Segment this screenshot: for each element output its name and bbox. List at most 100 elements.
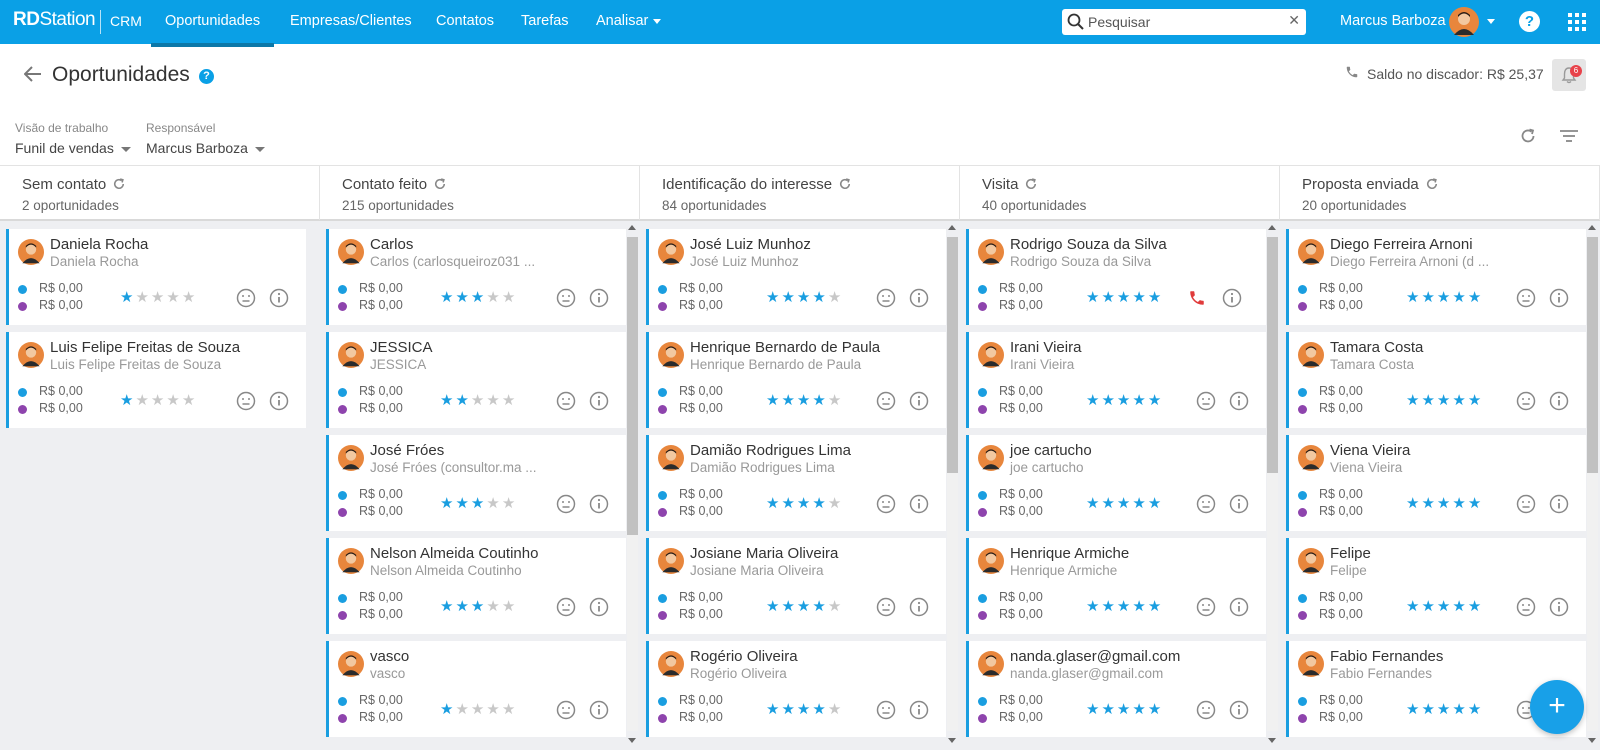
sentiment-face-icon[interactable] (876, 700, 896, 720)
info-icon[interactable] (1229, 700, 1249, 720)
opportunity-card[interactable]: Luis Felipe Freitas de Souza Luis Felipe … (6, 332, 306, 428)
user-name[interactable]: Marcus Barboza (1340, 13, 1446, 29)
clear-search-icon[interactable]: ✕ (1288, 12, 1300, 29)
info-icon[interactable] (909, 494, 929, 514)
help-icon[interactable]: ? (1519, 11, 1540, 32)
rating-stars[interactable]: ★★★★★ (1406, 393, 1483, 409)
help-icon[interactable]: ? (199, 69, 214, 84)
scroll-up-icon[interactable] (1268, 225, 1276, 230)
brand-logo[interactable]: RDStation (13, 9, 96, 31)
opportunity-card[interactable]: Henrique Bernardo de Paula Henrique Berna… (646, 332, 946, 428)
scroll-thumb[interactable] (947, 237, 958, 473)
add-opportunity-button[interactable]: + (1530, 680, 1584, 734)
refresh-icon[interactable] (1024, 177, 1038, 191)
info-icon[interactable] (1549, 288, 1569, 308)
sentiment-face-icon[interactable] (1516, 288, 1536, 308)
call-phone-icon[interactable] (1188, 289, 1206, 307)
owner-select[interactable]: Marcus Barboza (146, 140, 265, 156)
opportunity-name[interactable]: Felipe (1330, 545, 1371, 562)
nav-empresas-clientes[interactable]: Empresas/Clientes (290, 0, 412, 44)
column-scrollbar[interactable] (626, 225, 638, 743)
opportunity-card[interactable]: Rodrigo Souza da Silva Rodrigo Souza da S… (966, 229, 1266, 325)
rating-stars[interactable]: ★★★★★ (1086, 393, 1163, 409)
opportunity-card[interactable]: joe cartucho joe cartucho R$ 0,00 R$ 0,00 ★★… (966, 435, 1266, 531)
opportunity-card[interactable]: Josiane Maria Oliveira Josiane Maria Oliv… (646, 538, 946, 634)
scroll-down-icon[interactable] (948, 738, 956, 743)
info-icon[interactable] (909, 288, 929, 308)
rating-stars[interactable]: ★★★★★ (1086, 496, 1163, 512)
opportunity-card[interactable]: Damião Rodrigues Lima Damião Rodrigues Li… (646, 435, 946, 531)
refresh-icon[interactable] (112, 177, 126, 191)
column-scrollbar[interactable] (1266, 225, 1278, 743)
sentiment-face-icon[interactable] (1196, 494, 1216, 514)
nav-oportunidades[interactable]: Oportunidades (150, 0, 275, 47)
apps-grid-icon[interactable] (1568, 13, 1586, 31)
nav-analisar[interactable]: Analisar (596, 0, 662, 44)
scroll-down-icon[interactable] (1588, 738, 1596, 743)
opportunity-card[interactable]: Viena Vieira Viena Vieira R$ 0,00 R$ 0,00 ★★… (1286, 435, 1586, 531)
rating-stars[interactable]: ★★★★★ (1086, 290, 1163, 306)
info-icon[interactable] (1549, 597, 1569, 617)
rating-stars[interactable]: ★★★★★ (1406, 290, 1483, 306)
refresh-icon[interactable] (838, 177, 852, 191)
info-icon[interactable] (1549, 391, 1569, 411)
sentiment-face-icon[interactable] (236, 288, 256, 308)
sentiment-face-icon[interactable] (876, 391, 896, 411)
refresh-icon[interactable] (1519, 127, 1537, 145)
opportunity-name[interactable]: Fabio Fernandes (1330, 648, 1443, 665)
rating-stars[interactable]: ★★★★★ (766, 496, 843, 512)
rating-stars[interactable]: ★★★★★ (766, 702, 843, 718)
opportunity-name[interactable]: José Luiz Munhoz (690, 236, 811, 253)
info-icon[interactable] (269, 288, 289, 308)
vision-select[interactable]: Funil de vendas (15, 140, 131, 156)
scroll-up-icon[interactable] (948, 225, 956, 230)
sentiment-face-icon[interactable] (556, 700, 576, 720)
opportunity-name[interactable]: Henrique Armiche (1010, 545, 1129, 562)
refresh-icon[interactable] (433, 177, 447, 191)
info-icon[interactable] (589, 391, 609, 411)
opportunity-name[interactable]: Viena Vieira (1330, 442, 1410, 459)
opportunity-card[interactable]: Nelson Almeida Coutinho Nelson Almeida Co… (326, 538, 626, 634)
opportunity-name[interactable]: Nelson Almeida Coutinho (370, 545, 538, 562)
opportunity-name[interactable]: JESSICA (370, 339, 433, 356)
opportunity-card[interactable]: vasco vasco R$ 0,00 R$ 0,00 ★★★★★ (326, 641, 626, 737)
rating-stars[interactable]: ★★★★★ (440, 702, 517, 718)
notifications-button[interactable]: 6 (1552, 59, 1586, 91)
opportunity-name[interactable]: Irani Vieira (1010, 339, 1081, 356)
rating-stars[interactable]: ★★★★★ (1406, 702, 1483, 718)
opportunity-name[interactable]: Carlos (370, 236, 413, 253)
rating-stars[interactable]: ★★★★★ (1086, 599, 1163, 615)
info-icon[interactable] (909, 700, 929, 720)
scroll-down-icon[interactable] (628, 738, 636, 743)
refresh-icon[interactable] (1425, 177, 1439, 191)
opportunity-name[interactable]: joe cartucho (1010, 442, 1092, 459)
sentiment-face-icon[interactable] (556, 597, 576, 617)
user-avatar[interactable] (1449, 7, 1479, 37)
nav-tarefas[interactable]: Tarefas (521, 0, 569, 44)
opportunity-card[interactable]: Rogério Oliveira Rogério Oliveira R$ 0,00 R… (646, 641, 946, 737)
opportunity-card[interactable]: nanda.glaser@gmail.com nanda.glaser@gmail… (966, 641, 1266, 737)
info-icon[interactable] (269, 391, 289, 411)
opportunity-card[interactable]: José Fróes José Fróes (consultor.ma ... R$… (326, 435, 626, 531)
rating-stars[interactable]: ★★★★★ (120, 393, 197, 409)
sentiment-face-icon[interactable] (876, 494, 896, 514)
rating-stars[interactable]: ★★★★★ (1406, 496, 1483, 512)
info-icon[interactable] (589, 597, 609, 617)
search-box[interactable]: ✕ (1062, 9, 1306, 35)
opportunity-name[interactable]: nanda.glaser@gmail.com (1010, 648, 1180, 665)
product-name[interactable]: CRM (110, 13, 142, 29)
opportunity-card[interactable]: Daniela Rocha Daniela Rocha R$ 0,00 R$ 0,00… (6, 229, 306, 325)
opportunity-name[interactable]: Henrique Bernardo de Paula (690, 339, 880, 356)
opportunity-card[interactable]: Carlos Carlos (carlosqueiroz031 ... R$ 0,0… (326, 229, 626, 325)
opportunity-card[interactable]: Tamara Costa Tamara Costa R$ 0,00 R$ 0,00 ★★… (1286, 332, 1586, 428)
rating-stars[interactable]: ★★★★★ (440, 496, 517, 512)
column-scrollbar[interactable] (1586, 225, 1598, 743)
opportunity-name[interactable]: Tamara Costa (1330, 339, 1423, 356)
sentiment-face-icon[interactable] (556, 494, 576, 514)
rating-stars[interactable]: ★★★★★ (440, 290, 517, 306)
opportunity-card[interactable]: Henrique Armiche Henrique Armiche R$ 0,00 R… (966, 538, 1266, 634)
info-icon[interactable] (1549, 494, 1569, 514)
opportunity-name[interactable]: Rogério Oliveira (690, 648, 798, 665)
scroll-up-icon[interactable] (1588, 225, 1596, 230)
column-scrollbar[interactable] (946, 225, 958, 743)
